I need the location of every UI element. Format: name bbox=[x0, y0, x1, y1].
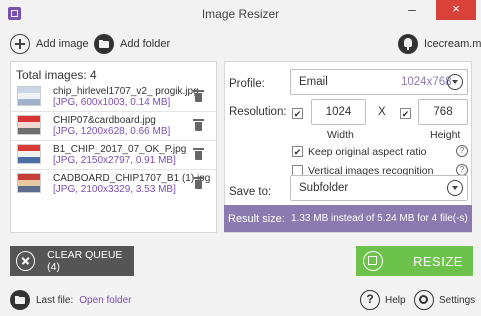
save-to-select[interactable]: Subfolder bbox=[290, 175, 468, 201]
divider bbox=[11, 169, 216, 170]
settings-button[interactable]: Settings bbox=[414, 290, 475, 310]
width-label: Width bbox=[327, 129, 354, 141]
profile-select[interactable]: Email 1024x768 bbox=[290, 69, 468, 95]
file-row[interactable]: CHIP07&cardboard.jpg [JPG, 1200x628, 0.6… bbox=[11, 113, 216, 139]
thumb-band bbox=[18, 156, 40, 163]
add-folder-button[interactable]: Add folder bbox=[94, 33, 170, 55]
chevron-down-icon bbox=[447, 74, 463, 90]
resize-button[interactable]: RESIZE bbox=[356, 246, 473, 276]
open-folder-link[interactable]: Open folder bbox=[79, 295, 131, 306]
file-thumbnail bbox=[17, 173, 41, 193]
trash-icon[interactable] bbox=[193, 119, 204, 131]
width-input[interactable]: 1024 bbox=[311, 99, 366, 125]
trash-icon[interactable] bbox=[193, 177, 204, 189]
close-button[interactable]: × bbox=[436, 0, 476, 20]
settings-label: Settings bbox=[439, 294, 476, 306]
result-size-value: 1.33 MB instead of 5.24 MB for 4 file(-s… bbox=[291, 213, 468, 224]
close-circle-icon bbox=[16, 251, 36, 271]
file-meta: [JPG, 1200x628, 0.66 MB] bbox=[53, 126, 171, 137]
file-thumbnail bbox=[17, 144, 41, 164]
file-thumbnail bbox=[17, 115, 41, 135]
file-meta: [JPG, 2150x2797, 0.91 MB] bbox=[53, 155, 176, 166]
trash-icon[interactable] bbox=[193, 90, 204, 102]
save-to-label: Save to: bbox=[229, 186, 272, 198]
profile-size: 1024x768 bbox=[401, 76, 452, 88]
minimize-button[interactable]: – bbox=[398, 0, 426, 20]
keep-aspect-checkbox[interactable]: ✔ bbox=[292, 146, 303, 157]
resize-icon bbox=[363, 251, 383, 271]
x-separator: X bbox=[378, 106, 386, 118]
help-label: Help bbox=[385, 294, 406, 306]
question-icon: ? bbox=[360, 290, 380, 310]
resize-label: RESIZE bbox=[413, 253, 463, 269]
resolution-label: Resolution: bbox=[229, 106, 287, 118]
thumb-band bbox=[18, 98, 40, 105]
chevron-down-icon bbox=[447, 180, 463, 196]
profile-value: Email bbox=[299, 76, 328, 88]
add-image-button[interactable]: Add image bbox=[10, 33, 89, 55]
height-label: Height bbox=[430, 129, 461, 141]
total-images-label: Total images: 4 bbox=[16, 68, 97, 82]
result-size-bar: Result size: 1.33 MB instead of 5.24 MB … bbox=[224, 205, 472, 232]
folder-icon bbox=[94, 34, 114, 54]
folder-icon bbox=[10, 290, 30, 310]
add-image-label: Add image bbox=[36, 38, 89, 50]
file-name: chip_hirlevel1707_v2_ progik.jpg bbox=[53, 86, 199, 97]
last-file-label: Last file: bbox=[36, 294, 74, 306]
file-name: CADBOARD_CHIP1707_B1 (1).jpg bbox=[53, 173, 211, 184]
thumb-band bbox=[18, 127, 40, 134]
file-list-panel: Total images: 4 chip_hirlevel1707_v2_ pr… bbox=[10, 61, 217, 233]
trash-icon[interactable] bbox=[193, 148, 204, 160]
file-row[interactable]: CADBOARD_CHIP1707_B1 (1).jpg [JPG, 2100x… bbox=[11, 171, 216, 197]
height-input[interactable]: 768 bbox=[418, 99, 468, 125]
brand-label: Icecream.me bbox=[424, 38, 481, 50]
profile-label: Profile: bbox=[229, 78, 265, 90]
file-meta: [JPG, 600x1003, 0.14 MB] bbox=[53, 97, 171, 108]
help-icon[interactable]: ? bbox=[456, 145, 468, 157]
gear-icon bbox=[414, 290, 434, 310]
divider bbox=[11, 140, 216, 141]
thumb-band bbox=[18, 185, 40, 192]
title-bar: Image Resizer – × bbox=[0, 0, 481, 26]
file-row[interactable]: B1_CHIP_2017_07_OK_P.jpg [JPG, 2150x2797… bbox=[11, 142, 216, 168]
clear-queue-label: CLEAR QUEUE (4) bbox=[47, 249, 123, 273]
clear-queue-button[interactable]: CLEAR QUEUE (4) bbox=[10, 246, 134, 276]
width-checkbox[interactable]: ✔ bbox=[292, 108, 303, 119]
brand-link[interactable]: Icecream.me bbox=[398, 33, 481, 55]
file-thumbnail bbox=[17, 86, 41, 106]
keep-aspect-label: Keep original aspect ratio bbox=[308, 146, 427, 158]
file-name: CHIP07&cardboard.jpg bbox=[53, 115, 156, 126]
height-checkbox[interactable]: ✔ bbox=[400, 108, 411, 119]
add-folder-label: Add folder bbox=[120, 38, 171, 50]
save-to-value: Subfolder bbox=[299, 182, 349, 194]
file-meta: [JPG, 2100x3329, 3.53 MB] bbox=[53, 184, 176, 195]
file-name: B1_CHIP_2017_07_OK_P.jpg bbox=[53, 144, 187, 155]
plus-icon bbox=[10, 34, 30, 54]
file-row[interactable]: chip_hirlevel1707_v2_ progik.jpg [JPG, 6… bbox=[11, 84, 216, 110]
help-button[interactable]: ? Help bbox=[360, 290, 406, 310]
divider bbox=[11, 111, 216, 112]
icecream-icon bbox=[398, 34, 418, 54]
last-file-area: Last file: Open folder bbox=[10, 290, 132, 310]
result-size-label: Result size: bbox=[228, 213, 285, 225]
